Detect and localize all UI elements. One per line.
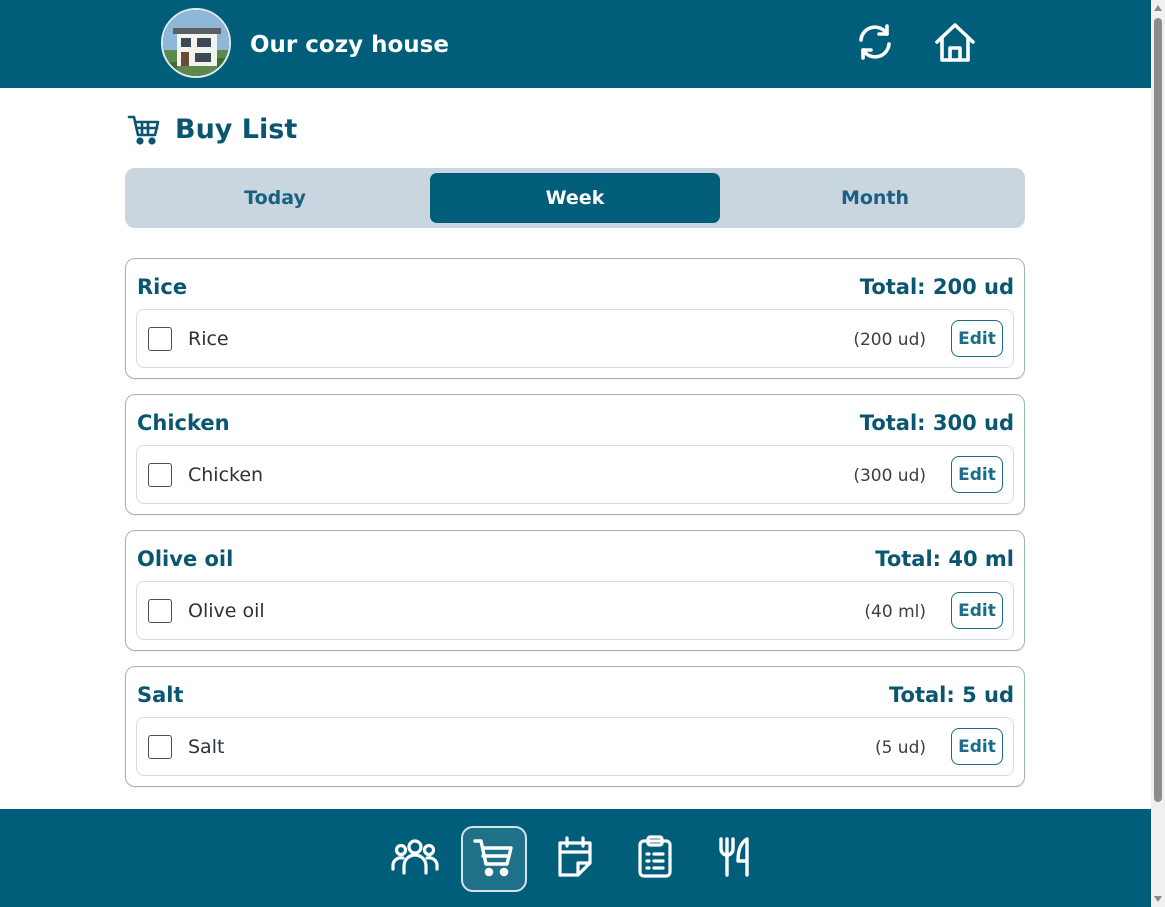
cart-icon [127, 113, 161, 147]
edit-button[interactable]: Edit [951, 320, 1003, 357]
edit-button[interactable]: Edit [951, 456, 1003, 493]
refresh-icon [854, 21, 896, 67]
nav-buy-list-button[interactable] [461, 826, 527, 892]
tab-week[interactable]: Week [430, 173, 720, 223]
item-checkbox[interactable] [148, 735, 172, 759]
house-photo-avatar [161, 8, 231, 78]
edit-button[interactable]: Edit [951, 592, 1003, 629]
scroll-down-arrow-icon[interactable] [1154, 896, 1162, 902]
group-title: Salt [137, 683, 184, 707]
item-name: Olive oil [188, 600, 265, 622]
list-item: Chicken (300 ud) Edit [136, 445, 1014, 504]
group-card-rice: Rice Total: 200 ud Rice (200 ud) Edit [125, 258, 1025, 379]
page-heading: Buy List [127, 112, 297, 148]
calendar-icon [554, 835, 596, 883]
vertical-scrollbar[interactable] [1151, 0, 1165, 907]
item-quantity: (40 ml) [864, 602, 926, 622]
item-checkbox[interactable] [148, 463, 172, 487]
group-card-olive-oil: Olive oil Total: 40 ml Olive oil (40 ml)… [125, 530, 1025, 651]
refresh-button[interactable] [851, 20, 899, 68]
item-name: Chicken [188, 464, 264, 486]
nav-tasks-button[interactable] [622, 826, 688, 892]
group-total: Total: 200 ud [859, 275, 1014, 299]
item-quantity: (5 ud) [874, 738, 926, 758]
bottom-navigation [0, 809, 1151, 907]
cart-icon [472, 836, 516, 882]
page-title: Buy List [175, 114, 298, 145]
nav-members-button[interactable] [382, 826, 448, 892]
app-title: Our cozy house [250, 32, 449, 58]
group-total: Total: 5 ud [889, 683, 1014, 707]
item-name: Salt [188, 736, 225, 758]
edit-button[interactable]: Edit [951, 728, 1003, 765]
nav-calendar-button[interactable] [542, 826, 608, 892]
nav-meals-button[interactable] [702, 826, 768, 892]
group-total: Total: 40 ml [875, 547, 1014, 571]
list-item: Olive oil (40 ml) Edit [136, 581, 1014, 640]
scroll-up-arrow-icon[interactable] [1154, 5, 1162, 11]
item-quantity: (300 ud) [853, 466, 926, 486]
group-title: Chicken [137, 411, 230, 435]
clipboard-list-icon [635, 835, 675, 883]
item-name: Rice [188, 328, 229, 350]
item-checkbox[interactable] [148, 327, 172, 351]
scrollbar-thumb[interactable] [1154, 18, 1162, 802]
group-card-salt: Salt Total: 5 ud Salt (5 ud) Edit [125, 666, 1025, 787]
people-icon [391, 835, 439, 883]
group-title: Olive oil [137, 547, 234, 571]
home-icon [933, 20, 977, 68]
item-quantity: (200 ud) [853, 330, 926, 350]
home-button[interactable] [931, 20, 979, 68]
list-item: Rice (200 ud) Edit [136, 309, 1014, 368]
group-title: Rice [137, 275, 188, 299]
top-bar: Our cozy house [0, 0, 1151, 88]
item-checkbox[interactable] [148, 599, 172, 623]
period-tabs: Today Week Month [125, 168, 1025, 228]
tab-month[interactable]: Month [730, 173, 1020, 223]
group-total: Total: 300 ud [859, 411, 1014, 435]
tab-today[interactable]: Today [130, 173, 420, 223]
list-item: Salt (5 ud) Edit [136, 717, 1014, 776]
fork-knife-icon [715, 835, 755, 883]
group-card-chicken: Chicken Total: 300 ud Chicken (300 ud) E… [125, 394, 1025, 515]
